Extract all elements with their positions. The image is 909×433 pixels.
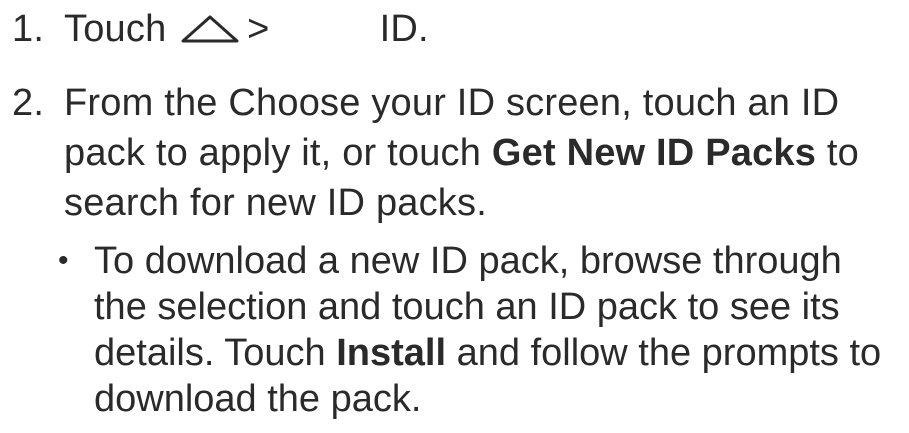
bullet-line-4: download the pack. xyxy=(94,378,422,420)
home-icon xyxy=(177,8,243,43)
step-1-separator: > xyxy=(247,8,270,50)
step-2-line-2-pre: pack to apply it, or touch xyxy=(64,132,492,174)
step-2-number: 2. xyxy=(12,82,45,124)
step-2-line-1: From the Choose your ID screen, touch an… xyxy=(64,82,840,124)
step-2-line-3: search for new ID packs. xyxy=(64,182,487,224)
bullet-line-1: To download a new ID pack, browse throug… xyxy=(94,240,842,282)
get-new-id-packs-label: Get New ID Packs xyxy=(491,132,817,174)
bullet-line-3-post: and follow the prompts to xyxy=(446,332,882,374)
step-2: 2. From the Choose your ID screen, touch… xyxy=(12,78,902,228)
step-1-number: 1. xyxy=(12,8,45,50)
bullet-line-2: the selection and touch an ID pack to se… xyxy=(94,286,840,328)
install-label: Install xyxy=(336,332,447,374)
bullet-text: To download a new ID pack, browse throug… xyxy=(94,238,881,422)
instruction-page: 1. Touch > ID. 2. From the Choose your ID… xyxy=(0,0,909,433)
step-1-prefix: Touch xyxy=(64,8,167,50)
step-2-line-2-post: to xyxy=(816,132,859,174)
step-1: 1. Touch > ID. xyxy=(12,4,902,56)
step-2-line-2: pack to apply it, or touch Get New ID Pa… xyxy=(64,128,859,178)
bullet-line-3: details. Touch Install and follow the pr… xyxy=(94,330,881,376)
bullet-dot: • xyxy=(58,244,69,277)
step-1-suffix: ID. xyxy=(379,8,429,50)
bullet-line-3-pre: details. Touch xyxy=(94,332,337,374)
step-2-text: From the Choose your ID screen, touch an… xyxy=(64,78,859,228)
step-1-text: Touch > ID. xyxy=(64,4,429,54)
